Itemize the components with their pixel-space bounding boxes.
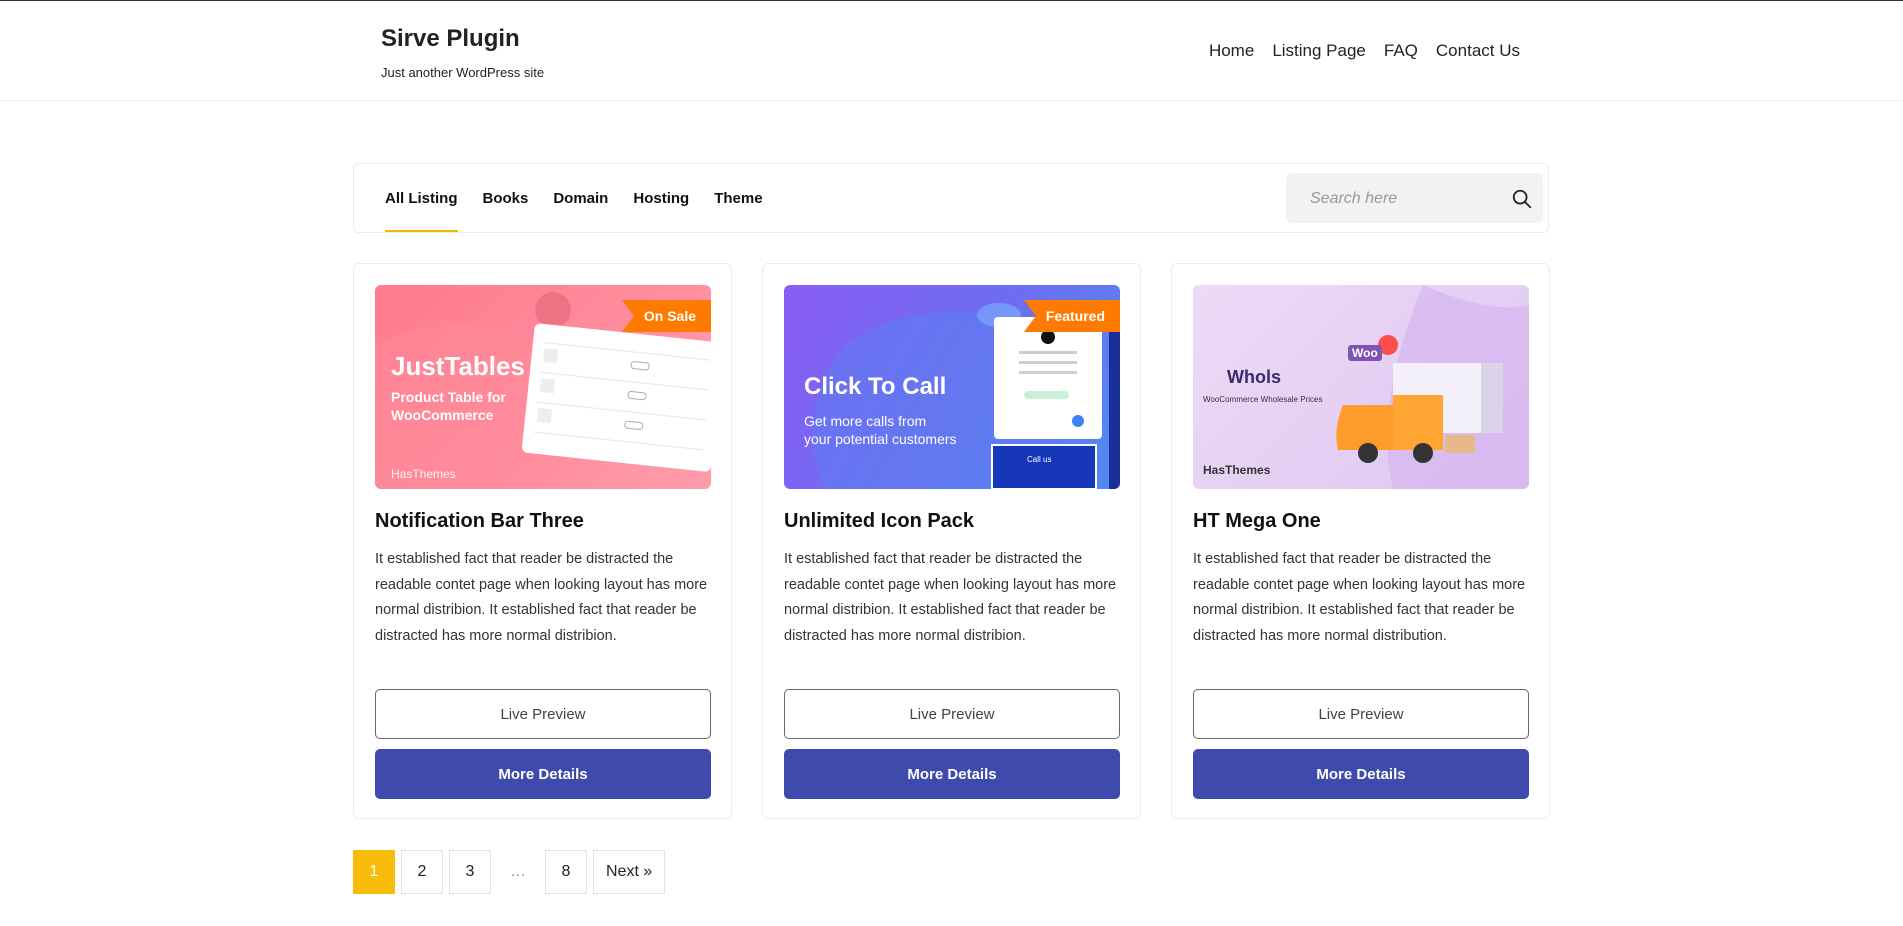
site-header: Sirve Plugin Just another WordPress site… <box>0 1 1903 101</box>
thumbnail-subline-1: Product Table for <box>391 389 506 405</box>
page-3[interactable]: 3 <box>449 850 491 894</box>
search-icon[interactable] <box>1511 188 1533 210</box>
thumbnail-subline-1: Get more calls from <box>804 413 927 429</box>
listing-thumbnail[interactable]: Whols WooCommerce Wholesale Prices Woo H… <box>1193 285 1529 489</box>
tab-books[interactable]: Books <box>483 164 529 232</box>
thumbnail-subline-2: WooCommerce <box>391 407 494 423</box>
thumbnail-brand: HasThemes <box>391 467 456 481</box>
listing-description: It established fact that reader be distr… <box>375 551 708 644</box>
pagination: 1 2 3 … 8 Next » <box>353 850 666 894</box>
listing-card: Click To Call Get more calls from your p… <box>762 263 1141 819</box>
nav-item-faq[interactable]: FAQ <box>1384 41 1418 61</box>
listing-description: It established fact that reader be distr… <box>1193 551 1526 644</box>
listing-title[interactable]: HT Mega One <box>1193 509 1528 533</box>
filter-bar: All Listing Books Domain Hosting Theme <box>353 163 1549 233</box>
tab-theme[interactable]: Theme <box>714 164 762 232</box>
thumbnail-call-label: Call us <box>1027 455 1052 464</box>
page-8[interactable]: 8 <box>545 850 587 894</box>
thumbnail-headline: Whols <box>1227 367 1281 387</box>
page-1[interactable]: 1 <box>353 850 395 894</box>
thumbnail-headline: JustTables <box>391 351 525 381</box>
listing-grid: JustTables Product Table for WooCommerce… <box>353 263 1550 819</box>
listing-title[interactable]: Notification Bar Three <box>375 509 710 533</box>
thumbnail-woo-logo: Woo <box>1348 345 1382 361</box>
live-preview-button[interactable]: Live Preview <box>375 689 711 739</box>
more-details-button[interactable]: More Details <box>1193 749 1529 799</box>
listing-thumbnail[interactable]: Click To Call Get more calls from your p… <box>784 285 1120 489</box>
category-tabs: All Listing Books Domain Hosting Theme <box>385 164 788 232</box>
live-preview-button[interactable]: Live Preview <box>784 689 1120 739</box>
next-page-button[interactable]: Next » <box>593 850 666 894</box>
main-nav: Home Listing Page FAQ Contact Us <box>1191 41 1520 61</box>
listing-card: JustTables Product Table for WooCommerce… <box>353 263 732 819</box>
tab-domain[interactable]: Domain <box>553 164 608 232</box>
thumbnail-subline-2: your potential customers <box>804 431 957 447</box>
listing-title[interactable]: Unlimited Icon Pack <box>784 509 1119 533</box>
page-2[interactable]: 2 <box>401 850 443 894</box>
tab-all-listing[interactable]: All Listing <box>385 164 458 232</box>
tab-hosting[interactable]: Hosting <box>633 164 689 232</box>
search-input[interactable] <box>1286 173 1512 225</box>
site-tagline: Just another WordPress site <box>381 65 545 80</box>
site-branding: Sirve Plugin Just another WordPress site <box>381 25 544 81</box>
site-title[interactable]: Sirve Plugin <box>381 25 544 53</box>
search-box <box>1286 173 1543 225</box>
listing-card: Whols WooCommerce Wholesale Prices Woo H… <box>1171 263 1550 819</box>
thumbnail-headline: Click To Call <box>804 373 947 400</box>
nav-item-contact-us[interactable]: Contact Us <box>1436 41 1520 61</box>
nav-item-listing-page[interactable]: Listing Page <box>1272 41 1366 61</box>
status-badge: On Sale <box>621 300 711 332</box>
page-ellipsis: … <box>510 863 526 880</box>
more-details-button[interactable]: More Details <box>375 749 711 799</box>
status-badge: Featured <box>1023 300 1120 332</box>
thumbnail-subline-1: WooCommerce Wholesale Prices <box>1203 395 1323 404</box>
listing-thumbnail[interactable]: JustTables Product Table for WooCommerce… <box>375 285 711 489</box>
more-details-button[interactable]: More Details <box>784 749 1120 799</box>
listing-description: It established fact that reader be distr… <box>784 551 1117 644</box>
thumbnail-brand: HasThemes <box>1203 463 1271 477</box>
nav-item-home[interactable]: Home <box>1209 41 1254 61</box>
live-preview-button[interactable]: Live Preview <box>1193 689 1529 739</box>
